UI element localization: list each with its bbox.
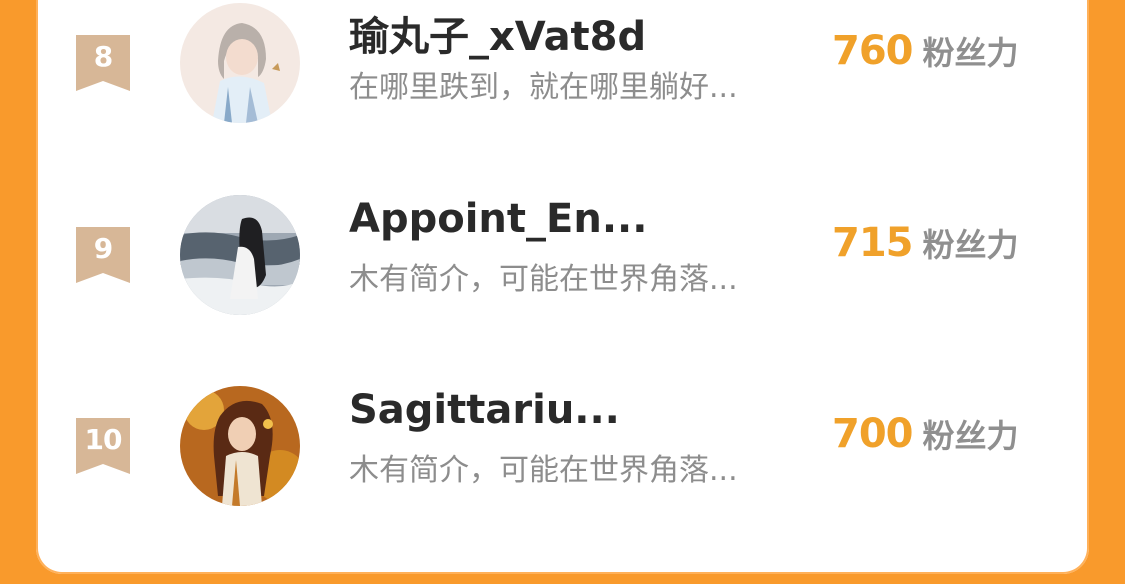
user-avatar[interactable] xyxy=(180,3,300,123)
fan-power: 760 粉丝力 xyxy=(832,28,1019,74)
fan-power-unit: 粉丝力 xyxy=(922,417,1019,455)
seaside-girl-avatar-icon xyxy=(180,195,300,315)
user-avatar[interactable] xyxy=(180,386,300,506)
ranking-row[interactable]: 10 Sagittariu... 木有简介，可能在世界角落... 700 粉丝力 xyxy=(36,371,1089,521)
fan-power-unit: 粉丝力 xyxy=(922,226,1019,264)
ranking-screen: 8 瑜丸子_xVat8d 在哪里跌到，就在哪里躺好... 760 粉丝力 9 A… xyxy=(0,0,1125,584)
rank-badge: 10 xyxy=(76,418,130,474)
fan-power: 700 粉丝力 xyxy=(832,411,1019,457)
user-name: Appoint_En... xyxy=(349,196,648,242)
user-bio: 木有简介，可能在世界角落... xyxy=(349,262,738,297)
fan-power-unit: 粉丝力 xyxy=(922,34,1019,72)
ranking-row[interactable]: 9 Appoint_En... 木有简介，可能在世界角落... 715 粉丝力 xyxy=(36,180,1089,330)
user-name: Sagittariu... xyxy=(349,387,620,433)
rank-badge: 8 xyxy=(76,35,130,91)
ranking-row[interactable]: 8 瑜丸子_xVat8d 在哪里跌到，就在哪里躺好... 760 粉丝力 xyxy=(36,0,1089,138)
anime-girl-avatar-icon xyxy=(180,3,300,123)
rank-number: 10 xyxy=(84,423,123,456)
rank-badge: 9 xyxy=(76,227,130,283)
fan-power-value: 760 xyxy=(832,28,913,74)
user-name: 瑜丸子_xVat8d xyxy=(349,14,647,60)
autumn-girl-avatar-icon xyxy=(180,386,300,506)
rank-number: 9 xyxy=(93,232,113,265)
fan-power-value: 715 xyxy=(832,220,913,266)
user-bio: 在哪里跌到，就在哪里躺好... xyxy=(349,70,738,105)
fan-power-value: 700 xyxy=(832,411,913,457)
user-avatar[interactable] xyxy=(180,195,300,315)
user-bio: 木有简介，可能在世界角落... xyxy=(349,453,738,488)
fan-power: 715 粉丝力 xyxy=(832,220,1019,266)
rank-number: 8 xyxy=(93,40,113,73)
